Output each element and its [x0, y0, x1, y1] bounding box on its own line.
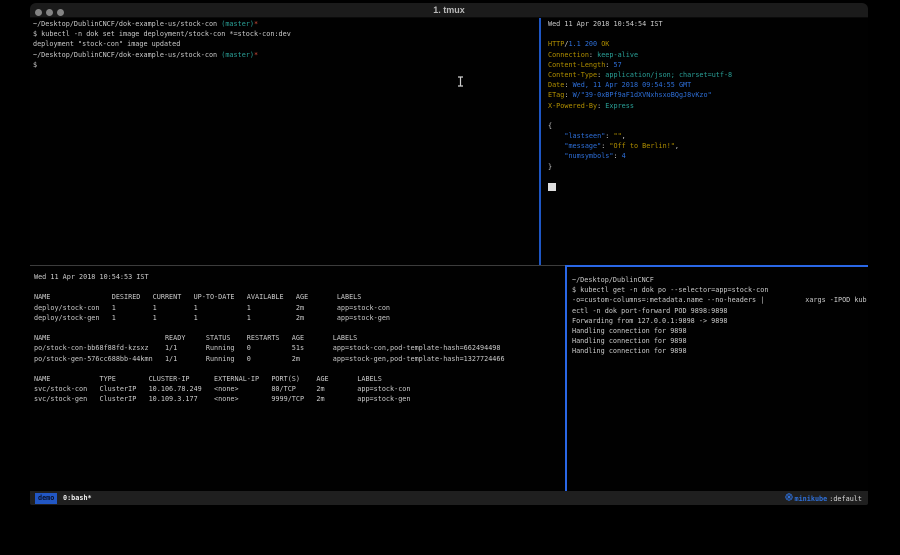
terminal-line: ~/Desktop/DublinCNCF/dok-example-us/stoc…: [33, 50, 542, 60]
terminal-content: ~/Desktop/DublinCNCF/dok-example-us/stoc…: [30, 18, 868, 491]
kube-context: minikube: [795, 492, 828, 506]
terminal-line: [548, 111, 868, 121]
tmux-window-label[interactable]: 0:bash*: [63, 491, 92, 505]
pane-divider-vertical[interactable]: [539, 18, 541, 265]
pane-bottom-left-kubectl-get[interactable]: Wed 11 Apr 2018 10:54:53 IST NAME DESIRED…: [30, 266, 569, 497]
terminal-line: po/stock-gen-576cc688bb-44kmn 1/1 Runnin…: [34, 354, 569, 364]
terminal-line: ETag: W/"39-0xBPf9aF1dXVNxhsxoBQgJ8vKzo": [548, 90, 868, 100]
terminal-line: NAME TYPE CLUSTER-IP EXTERNAL-IP PORT(S)…: [34, 374, 569, 384]
terminal-line: Handling connection for 9898: [572, 346, 868, 356]
terminal-line: po/stock-con-bb68f88fd-kzsxz 1/1 Running…: [34, 343, 569, 353]
terminal-line: X-Powered-By: Express: [548, 101, 868, 111]
terminal-line: [548, 29, 868, 39]
pane-divider-horizontal[interactable]: [30, 265, 565, 266]
pane-bottom-right-port-forward[interactable]: ~/Desktop/DublinCNCF$ kubectl get -n dok…: [565, 265, 868, 499]
terminal-line: Content-Type: application/json; charset=…: [548, 70, 868, 80]
pane-top-left-shell[interactable]: ~/Desktop/DublinCNCF/dok-example-us/stoc…: [30, 18, 542, 266]
terminal-line: Wed 11 Apr 2018 10:54:54 IST: [548, 19, 868, 29]
terminal-line: $ kubectl get -n dok po --selector=app=s…: [572, 285, 868, 295]
terminal-line: NAME DESIRED CURRENT UP-TO-DATE AVAILABL…: [34, 292, 569, 302]
terminal-line: "lastseen": "",: [548, 131, 868, 141]
terminal-line: -o=custom-columns=:metadata.name --no-he…: [572, 295, 868, 305]
terminal-line: Wed 11 Apr 2018 10:54:53 IST: [34, 272, 569, 282]
window-titlebar[interactable]: 1. tmux: [30, 3, 868, 18]
terminal-line: Connection: keep-alive: [548, 50, 868, 60]
terminal-line: [34, 282, 569, 292]
mouse-cursor-ibeam: [457, 72, 464, 83]
desktop-background: 1. tmux ~/Desktop/DublinCNCF/dok-example…: [0, 0, 900, 555]
tmux-status-bar: demo 0:bash* minikube:default: [30, 491, 868, 505]
terminal-line: $: [33, 60, 542, 70]
pane-top-right-http-response[interactable]: Wed 11 Apr 2018 10:54:54 IST HTTP/1.1 200…: [541, 18, 868, 266]
terminal-window: 1. tmux ~/Desktop/DublinCNCF/dok-example…: [30, 3, 868, 505]
terminal-line: [34, 364, 569, 374]
status-right-segment: minikube:default: [785, 491, 863, 505]
terminal-line: "message": "Off to Berlin!",: [548, 141, 868, 151]
terminal-line: "numsymbols": 4: [548, 151, 868, 161]
terminal-line: [548, 172, 868, 182]
terminal-line: [548, 182, 868, 192]
session-name-badge: demo: [35, 493, 57, 504]
terminal-line: HTTP/1.1 200 OK: [548, 39, 868, 49]
terminal-line: deployment "stock-con" image updated: [33, 39, 542, 49]
terminal-line: svc/stock-gen ClusterIP 10.109.3.177 <no…: [34, 394, 569, 404]
terminal-line: deploy/stock-gen 1 1 1 1 2m app=stock-ge…: [34, 313, 569, 323]
terminal-line: [34, 323, 569, 333]
terminal-line: Forwarding from 127.0.0.1:9898 -> 9898: [572, 316, 868, 326]
terminal-line: ectl -n dok port-forward POD 9898:9898: [572, 306, 868, 316]
terminal-line: deploy/stock-con 1 1 1 1 2m app=stock-co…: [34, 303, 569, 313]
kubernetes-helm-icon: [785, 492, 793, 505]
terminal-line: {: [548, 121, 868, 131]
terminal-line: Handling connection for 9898: [572, 326, 868, 336]
terminal-line: NAME READY STATUS RESTARTS AGE LABELS: [34, 333, 569, 343]
terminal-line: }: [548, 162, 868, 172]
terminal-line: $ kubectl -n dok set image deployment/st…: [33, 29, 542, 39]
window-title: 1. tmux: [30, 5, 868, 15]
terminal-line: Content-Length: 57: [548, 60, 868, 70]
terminal-line: Handling connection for 9898: [572, 336, 868, 346]
terminal-line: ~/Desktop/DublinCNCF: [572, 275, 868, 285]
terminal-line: Date: Wed, 11 Apr 2018 09:54:55 GMT: [548, 80, 868, 90]
terminal-line: svc/stock-con ClusterIP 10.106.78.249 <n…: [34, 384, 569, 394]
kube-namespace: :default: [829, 492, 862, 506]
terminal-line: ~/Desktop/DublinCNCF/dok-example-us/stoc…: [33, 19, 542, 29]
